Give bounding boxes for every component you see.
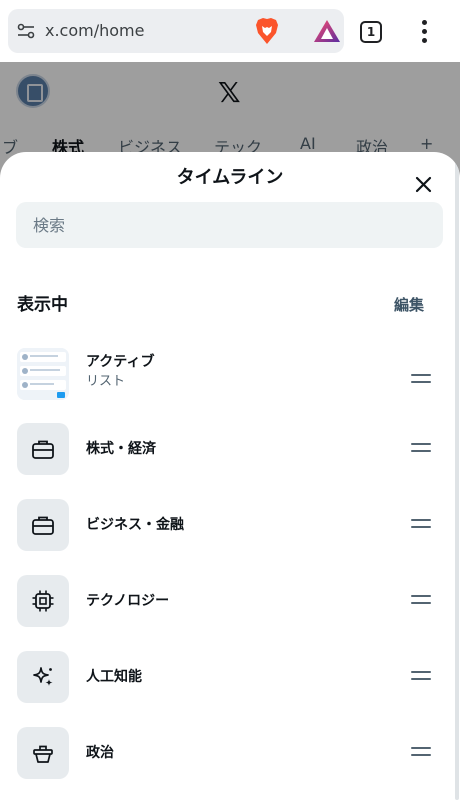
address-bar[interactable]: x.com/home (8, 9, 344, 53)
list-item-sublabel: リスト (86, 374, 126, 389)
list-item-label: 株式・経済 (86, 441, 156, 457)
url-text[interactable]: x.com/home (45, 21, 144, 41)
brave-rewards-icon[interactable] (313, 19, 341, 43)
list-item[interactable]: テクノロジー (0, 569, 460, 633)
sparkle-icon (17, 651, 69, 703)
list-item[interactable]: 株式・経済 (0, 417, 460, 481)
drag-handle-icon[interactable] (411, 374, 431, 388)
search-input[interactable] (16, 202, 443, 248)
brave-shields-icon[interactable] (254, 17, 280, 45)
list-item[interactable]: 政治 (0, 721, 460, 785)
list-item[interactable]: アクティブ リスト (0, 348, 460, 412)
edit-button[interactable]: 編集 (394, 295, 424, 315)
briefcase-icon (17, 499, 69, 551)
drag-handle-icon[interactable] (411, 443, 431, 457)
drag-handle-icon[interactable] (411, 747, 431, 761)
drag-handle-icon[interactable] (411, 671, 431, 685)
close-icon[interactable] (410, 170, 438, 198)
drag-handle-icon[interactable] (411, 519, 431, 533)
tab-switcher-button[interactable]: 1 (360, 21, 382, 43)
site-settings-icon[interactable] (16, 21, 36, 41)
chip-icon (17, 575, 69, 627)
podium-icon (17, 727, 69, 779)
list-item[interactable]: ビジネス・金融 (0, 493, 460, 557)
list-item-label: テクノロジー (86, 593, 170, 609)
drag-handle-icon[interactable] (411, 595, 431, 609)
timeline-sheet: タイムライン 表示中 編集 アクティブ リスト (0, 152, 460, 800)
briefcase-icon (17, 423, 69, 475)
list-thumbnail-icon (17, 348, 69, 400)
section-title: 表示中 (17, 295, 68, 315)
list-item-label: 政治 (86, 745, 114, 761)
browser-toolbar: x.com/home 1 (0, 0, 460, 62)
list-item-label: アクティブ (86, 354, 155, 370)
browser-menu-icon[interactable] (414, 18, 434, 44)
list-item-label: ビジネス・金融 (86, 517, 184, 533)
list-item[interactable]: 人工知能 (0, 645, 460, 709)
scrollbar[interactable] (455, 152, 459, 800)
search-field[interactable] (16, 202, 443, 248)
list-item-label: 人工知能 (86, 669, 142, 685)
sheet-title: タイムライン (176, 167, 284, 188)
